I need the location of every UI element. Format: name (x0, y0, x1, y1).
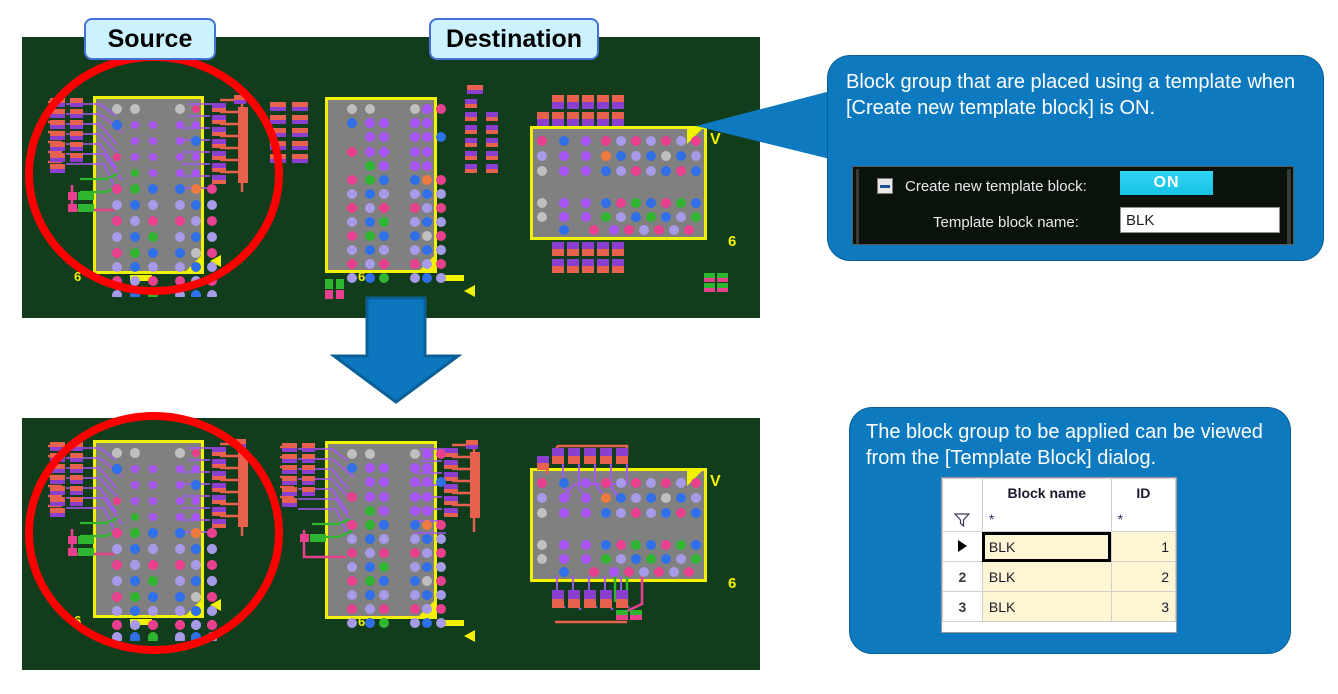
table-filter-row: * * (942, 507, 1177, 532)
callout-bottom-text: The block group to be applied can be vie… (866, 421, 1263, 469)
row-number[interactable]: 2 (942, 561, 983, 592)
table-row: 2 BLK 2 (942, 561, 1177, 592)
cell-block-name[interactable]: BLK (981, 561, 1112, 592)
designator-comp3b-top: V (710, 473, 721, 490)
minus-square-icon[interactable] (877, 178, 893, 194)
cell-id[interactable]: 1 (1110, 531, 1177, 562)
table-header-row: Block name ID (942, 478, 1177, 507)
source-highlight-circle-after (25, 412, 283, 654)
source-label: Source (84, 18, 216, 60)
filter-id[interactable]: * (1110, 507, 1177, 532)
filter-icon[interactable] (942, 507, 983, 532)
cell-id[interactable]: 3 (1110, 591, 1177, 622)
callout-top-text: Block group that are placed using a temp… (846, 71, 1296, 119)
template-block-name-label: Template block name: (933, 213, 1079, 231)
filter-block-name[interactable]: * (981, 507, 1112, 532)
cell-id[interactable]: 2 (1110, 561, 1177, 592)
create-new-template-block-toggle[interactable]: ON (1120, 171, 1213, 195)
dialog-left-rail (856, 169, 859, 244)
pcb-pads-2 (347, 104, 446, 283)
row-pointer-icon[interactable] (942, 531, 983, 562)
table-row: BLK 1 (942, 531, 1177, 562)
pcb-pads-3b (537, 478, 701, 577)
flow-down-arrow-icon (330, 296, 462, 404)
table-header-block-name[interactable]: Block name (981, 478, 1112, 507)
pcb-pads-2b (347, 449, 446, 628)
callout-tail-top (696, 88, 842, 162)
table-row: 3 BLK 3 (942, 591, 1177, 622)
table-header-selector (942, 478, 983, 507)
create-template-block-dialog: Create new template block: Template bloc… (852, 166, 1294, 245)
create-new-template-block-label: Create new template block: (905, 177, 1087, 195)
cell-block-name[interactable]: BLK (981, 531, 1112, 562)
pcb-pads-3 (537, 136, 701, 235)
template-block-name-input[interactable]: BLK (1120, 207, 1280, 233)
designator-comp3-right: 6 (728, 233, 737, 250)
cell-block-name[interactable]: BLK (981, 591, 1112, 622)
source-highlight-circle (25, 53, 283, 295)
destination-label: Destination (429, 18, 599, 60)
designator-comp3b-right: 6 (728, 575, 737, 592)
table-header-id[interactable]: ID (1110, 478, 1177, 507)
row-number[interactable]: 3 (942, 591, 983, 622)
template-block-table[interactable]: Block name ID * * BLK 1 2 BLK 2 3 BLK 3 (941, 477, 1177, 633)
dialog-right-rail (1287, 169, 1291, 244)
